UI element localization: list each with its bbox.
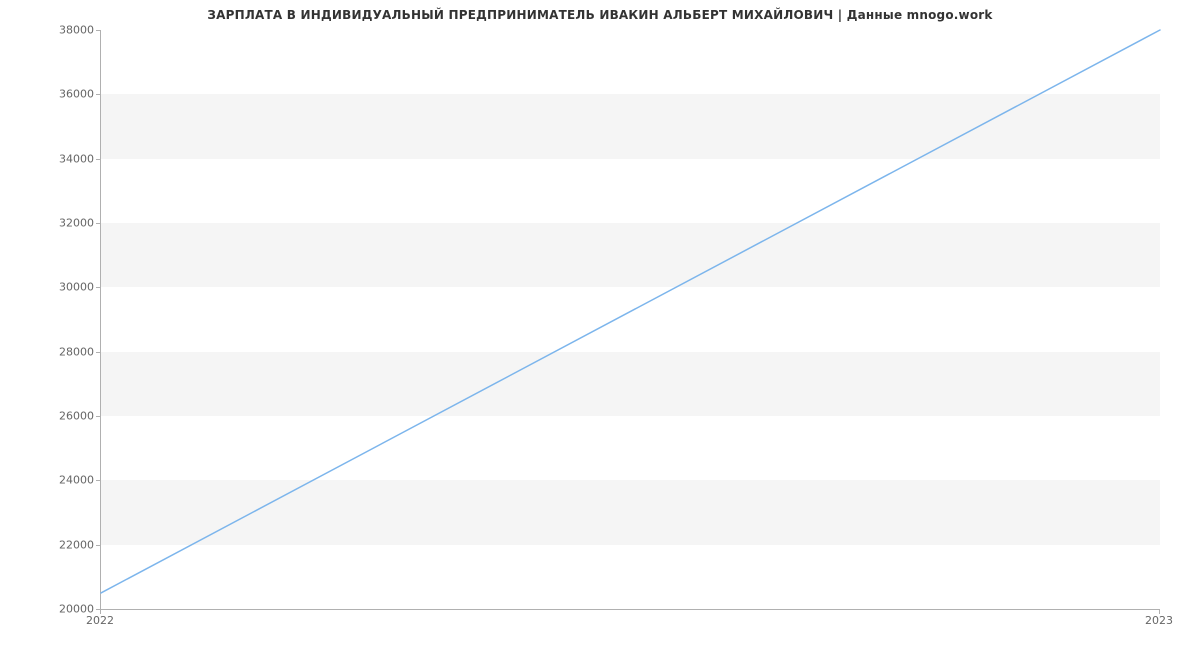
y-tick-mark — [96, 416, 101, 417]
y-tick-label: 22000 — [34, 538, 94, 551]
y-tick-mark — [96, 223, 101, 224]
x-tick-label: 2023 — [1145, 614, 1173, 627]
y-tick-label: 26000 — [34, 410, 94, 423]
plot-area — [100, 30, 1160, 610]
y-tick-label: 34000 — [34, 152, 94, 165]
y-tick-label: 36000 — [34, 88, 94, 101]
y-tick-mark — [96, 545, 101, 546]
chart-title: ЗАРПЛАТА В ИНДИВИДУАЛЬНЫЙ ПРЕДПРИНИМАТЕЛ… — [0, 8, 1200, 22]
series-line — [101, 30, 1160, 593]
y-tick-mark — [96, 480, 101, 481]
y-tick-mark — [96, 287, 101, 288]
x-tick-label: 2022 — [86, 614, 114, 627]
chart-line-layer — [101, 30, 1160, 609]
y-tick-label: 32000 — [34, 217, 94, 230]
y-tick-mark — [96, 30, 101, 31]
y-tick-label: 24000 — [34, 474, 94, 487]
y-tick-label: 30000 — [34, 281, 94, 294]
y-tick-label: 28000 — [34, 345, 94, 358]
y-tick-label: 38000 — [34, 24, 94, 37]
y-tick-mark — [96, 352, 101, 353]
y-tick-mark — [96, 94, 101, 95]
y-tick-label: 20000 — [34, 603, 94, 616]
y-tick-mark — [96, 159, 101, 160]
